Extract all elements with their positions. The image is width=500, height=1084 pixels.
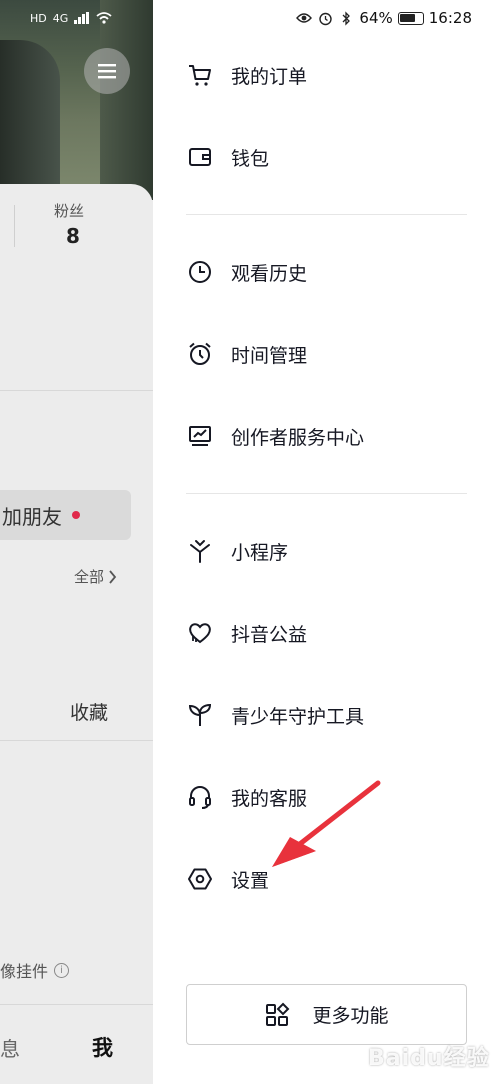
add-friend-button[interactable]: 加朋友 <box>0 490 131 540</box>
hamburger-menu-button[interactable] <box>84 48 130 94</box>
profile-background: HD 4G 粉丝 8 加朋友 全部 收藏 像挂件 i 息 我 <box>0 0 153 1084</box>
watermark: Baidu经验 <box>368 1040 490 1072</box>
hd-indicator: HD <box>30 11 47 25</box>
menu-item-creator-center[interactable]: 创作者服务中心 <box>153 406 500 466</box>
clock-time: 16:28 <box>428 9 472 27</box>
watermark-text: Baidu经验 <box>368 1046 490 1071</box>
battery-icon <box>397 11 424 25</box>
tab-collect[interactable]: 收藏 <box>70 698 108 725</box>
more-functions-button[interactable]: 更多功能 <box>186 984 467 1045</box>
widget-label: 像挂件 <box>0 962 49 981</box>
menu-label: 观看历史 <box>231 262 308 285</box>
menu-item-my-orders[interactable]: 我的订单 <box>153 45 500 105</box>
battery-percent: 64% <box>359 9 393 27</box>
eye-icon <box>296 10 313 26</box>
menu-label: 小程序 <box>231 541 289 564</box>
add-friend-label: 加朋友 <box>2 504 62 529</box>
menu-label: 我的订单 <box>231 65 308 88</box>
menu-separator <box>186 214 467 215</box>
side-drawer: 64% 16:28 我的订单 钱包 观看历史 时间管理 创作者服务中心 小程序 … <box>153 0 500 1084</box>
fans-count: 8 <box>66 224 80 248</box>
sprout-icon <box>186 701 214 729</box>
divider <box>0 740 153 741</box>
menu-item-wallet[interactable]: 钱包 <box>153 127 500 187</box>
mini-program-icon <box>186 537 214 565</box>
signal-icon <box>74 12 90 24</box>
clock-icon <box>186 258 214 286</box>
annotation-arrow <box>272 780 381 867</box>
network-indicator: 4G <box>52 11 69 25</box>
headset-icon <box>186 783 214 811</box>
wifi-icon <box>96 12 112 24</box>
stats-divider <box>14 205 15 247</box>
more-functions-label: 更多功能 <box>312 1005 389 1027</box>
menu-item-youth-protection[interactable]: 青少年守护工具 <box>153 685 500 745</box>
cart-icon <box>186 61 214 89</box>
view-all-label: 全部 <box>74 568 105 586</box>
status-bar: 64% 16:28 <box>296 8 472 28</box>
alarm-status-icon <box>317 10 333 26</box>
menu-item-watch-history[interactable]: 观看历史 <box>153 242 500 302</box>
profile-card <box>0 184 153 1084</box>
tab-me[interactable]: 我 <box>92 1032 113 1062</box>
settings-hexagon-icon <box>186 865 214 893</box>
chevron-right-icon <box>109 569 117 584</box>
bluetooth-icon <box>338 10 354 26</box>
alarm-clock-icon <box>186 340 214 368</box>
tab-messages[interactable]: 息 <box>0 1033 20 1062</box>
divider <box>0 390 153 391</box>
menu-label: 青少年守护工具 <box>231 705 365 728</box>
chart-monitor-icon <box>186 422 214 450</box>
widget-row[interactable]: 像挂件 i <box>0 958 70 982</box>
wallet-icon <box>186 143 214 171</box>
hamburger-icon <box>98 64 116 79</box>
menu-separator <box>186 493 467 494</box>
status-bar-left: HD 4G <box>0 0 153 36</box>
view-all-link[interactable]: 全部 <box>74 566 117 587</box>
divider <box>0 1004 153 1005</box>
menu-item-charity[interactable]: 抖音公益 <box>153 603 500 663</box>
menu-label: 创作者服务中心 <box>231 426 365 449</box>
notification-dot <box>72 511 80 519</box>
info-icon: i <box>54 962 70 978</box>
menu-item-time-management[interactable]: 时间管理 <box>153 324 500 384</box>
menu-item-mini-programs[interactable]: 小程序 <box>153 521 500 581</box>
grid-apps-icon <box>266 1002 290 1026</box>
menu-label: 时间管理 <box>231 344 308 367</box>
heart-charity-icon <box>186 619 214 647</box>
fans-label: 粉丝 <box>54 202 85 220</box>
menu-label: 抖音公益 <box>231 623 308 646</box>
menu-label: 钱包 <box>231 147 270 170</box>
